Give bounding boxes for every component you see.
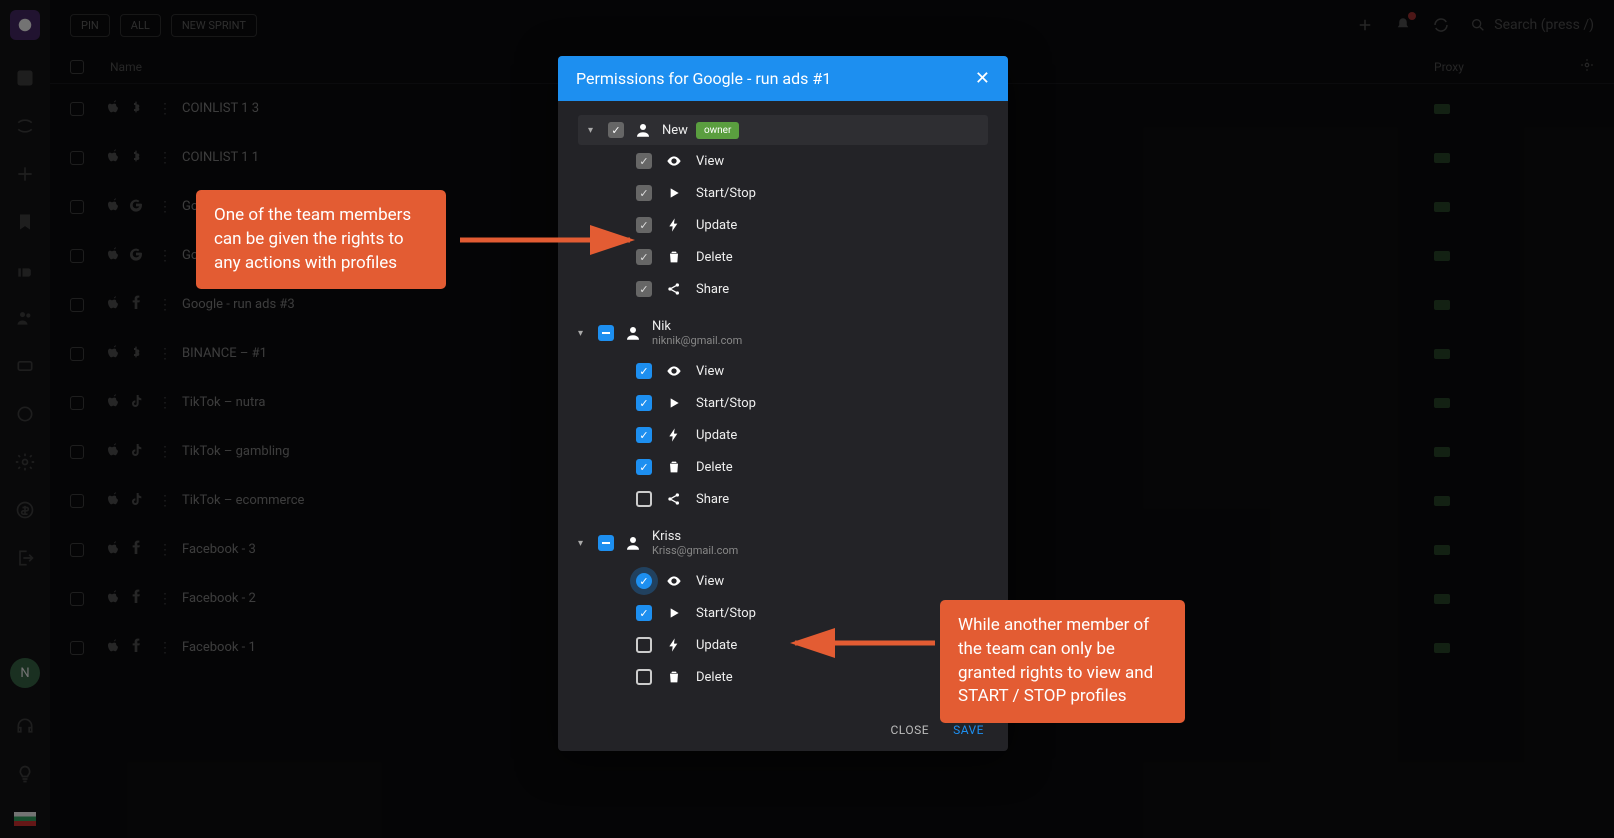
play-icon [666, 395, 682, 411]
user-email: Kriss@gmail.com [652, 544, 738, 557]
bolt-icon [666, 637, 682, 653]
share-icon [666, 491, 682, 507]
permission-label: Start/Stop [696, 186, 756, 201]
modal-header: Permissions for Google - run ads #1 ✕ [558, 56, 1008, 101]
permission-row: Update [636, 209, 988, 241]
permission-checkbox[interactable] [636, 185, 652, 201]
bolt-icon [666, 217, 682, 233]
permission-checkbox[interactable] [636, 491, 652, 507]
play-icon [666, 605, 682, 621]
permission-label: Update [696, 638, 737, 653]
expand-caret[interactable]: ▾ [588, 125, 598, 136]
permission-row: Delete [636, 451, 988, 483]
share-icon [666, 281, 682, 297]
save-button[interactable]: SAVE [953, 723, 984, 737]
permission-checkbox[interactable] [636, 459, 652, 475]
modal-title: Permissions for Google - run ads #1 [576, 69, 831, 88]
play-icon [666, 185, 682, 201]
callout-1: One of the team members can be given the… [196, 190, 446, 289]
user-header: ▾ New owner [578, 115, 988, 145]
permission-checkbox[interactable] [636, 637, 652, 653]
trash-icon [666, 669, 682, 685]
permission-label: View [696, 154, 724, 169]
permission-label: Update [696, 218, 737, 233]
user-master-checkbox[interactable] [598, 325, 614, 341]
user-header: ▾ Nik niknik@gmail.com [578, 311, 988, 355]
permission-label: View [696, 574, 724, 589]
eye-icon [666, 363, 682, 379]
permission-row: Start/Stop [636, 387, 988, 419]
user-email: niknik@gmail.com [652, 334, 742, 347]
permission-label: Start/Stop [696, 396, 756, 411]
permission-row: View [636, 145, 988, 177]
permission-label: Start/Stop [696, 606, 756, 621]
user-name: New [662, 123, 688, 138]
user-permission-block: ▾ Nik niknik@gmail.com View [578, 311, 988, 515]
expand-caret[interactable]: ▾ [578, 328, 588, 339]
user-permission-block: ▾ New owner View [578, 115, 988, 305]
user-icon [634, 121, 652, 139]
permission-label: Delete [696, 460, 733, 475]
permission-row: Start/Stop [636, 177, 988, 209]
user-icon [624, 324, 642, 342]
permission-label: Delete [696, 670, 733, 685]
permission-label: Share [696, 492, 729, 507]
permission-label: Delete [696, 250, 733, 265]
permission-checkbox[interactable] [636, 573, 652, 589]
callout-2: While another member of the team can onl… [940, 600, 1185, 723]
permission-label: View [696, 364, 724, 379]
permission-label: Update [696, 428, 737, 443]
permission-row: View [636, 355, 988, 387]
permission-row: Update [636, 419, 988, 451]
eye-icon [666, 153, 682, 169]
trash-icon [666, 459, 682, 475]
owner-badge: owner [696, 122, 739, 139]
permission-row: View [636, 565, 988, 597]
trash-icon [666, 249, 682, 265]
user-header: ▾ Kriss Kriss@gmail.com [578, 521, 988, 565]
permission-row: Share [636, 483, 988, 515]
permission-checkbox[interactable] [636, 281, 652, 297]
user-name: Nik [652, 319, 671, 334]
close-button[interactable]: CLOSE [891, 723, 930, 737]
arrow-1 [460, 225, 640, 259]
permission-checkbox[interactable] [636, 363, 652, 379]
permission-row: Delete [636, 661, 988, 693]
user-master-checkbox[interactable] [598, 535, 614, 551]
permission-checkbox[interactable] [636, 427, 652, 443]
permission-checkbox[interactable] [636, 395, 652, 411]
permission-row: Share [636, 273, 988, 305]
permission-label: Share [696, 282, 729, 297]
arrow-2 [790, 628, 940, 662]
eye-icon [666, 573, 682, 589]
permission-row: Start/Stop [636, 597, 988, 629]
close-icon[interactable]: ✕ [975, 68, 990, 89]
expand-caret[interactable]: ▾ [578, 538, 588, 549]
user-permission-block: ▾ Kriss Kriss@gmail.com View [578, 521, 988, 693]
user-name: Kriss [652, 529, 681, 544]
bolt-icon [666, 427, 682, 443]
user-master-checkbox[interactable] [608, 122, 624, 138]
permission-checkbox[interactable] [636, 153, 652, 169]
permission-row: Delete [636, 241, 988, 273]
user-icon [624, 534, 642, 552]
permission-checkbox[interactable] [636, 669, 652, 685]
permission-checkbox[interactable] [636, 605, 652, 621]
